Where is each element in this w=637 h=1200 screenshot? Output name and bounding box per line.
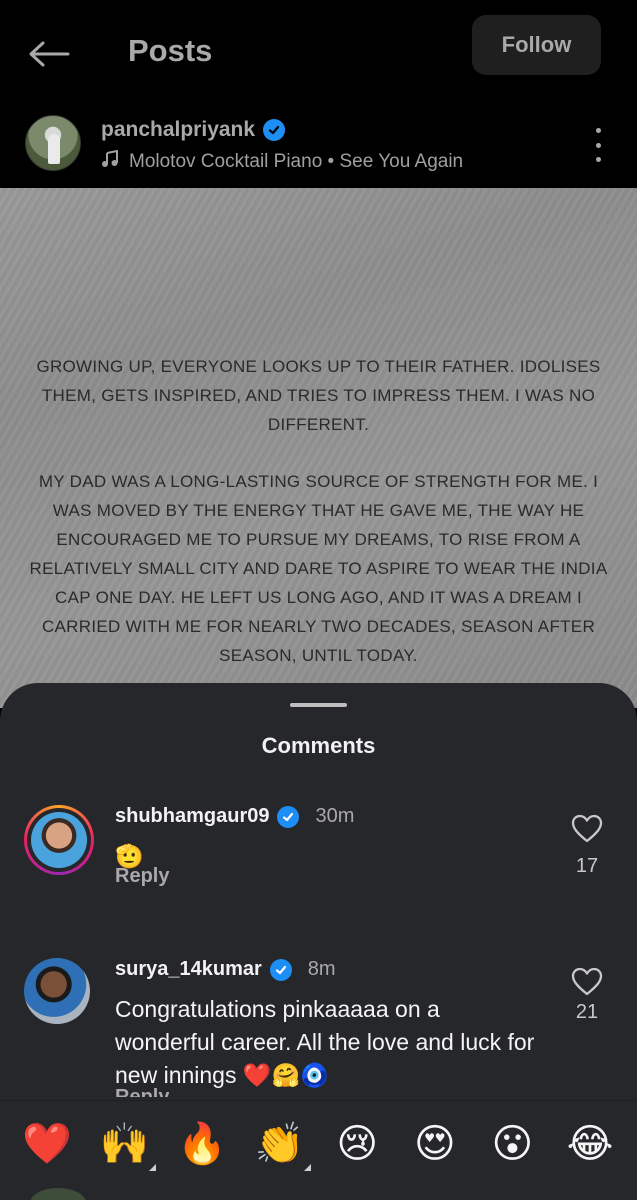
- back-arrow-icon[interactable]: [28, 34, 72, 74]
- comment-time: 30m: [315, 805, 355, 827]
- heart-eyes-emoji-icon[interactable]: 😍: [410, 1119, 460, 1169]
- red-heart-emoji-icon[interactable]: ❤️: [22, 1119, 72, 1169]
- music-attribution[interactable]: Molotov Cocktail Piano • See You Again: [101, 149, 464, 174]
- more-options-icon[interactable]: [590, 128, 606, 162]
- drag-handle[interactable]: [290, 703, 347, 707]
- comment-input-bar: [0, 1186, 637, 1200]
- top-bar: Posts Follow: [0, 0, 637, 105]
- avatar[interactable]: [24, 805, 94, 875]
- like-count: 21: [575, 1001, 599, 1023]
- avatar: [30, 1188, 86, 1200]
- comment-username[interactable]: surya_14kumar: [115, 958, 262, 981]
- verified-badge-icon: [277, 805, 300, 828]
- like-count: 17: [575, 855, 599, 877]
- post-text-paragraph-1: GROWING UP, EVERYONE LOOKS UP TO THEIR F…: [36, 357, 601, 434]
- comments-title: Comments: [261, 733, 376, 758]
- post-header: panchalpriyank Molotov Cocktail Piano • …: [0, 105, 637, 188]
- comment-text: 🫡: [115, 843, 144, 869]
- page-title: Posts: [128, 33, 213, 68]
- post-image[interactable]: GROWING UP, EVERYONE LOOKS UP TO THEIR F…: [0, 188, 637, 708]
- post-username-text[interactable]: panchalpriyank: [101, 118, 255, 142]
- post-username[interactable]: panchalpriyank: [101, 118, 286, 142]
- reply-button[interactable]: Reply: [115, 865, 169, 888]
- reply-button[interactable]: Reply: [115, 1087, 169, 1097]
- surprised-face-emoji-icon[interactable]: 😮: [487, 1119, 537, 1169]
- heart-icon[interactable]: [571, 814, 603, 844]
- comment-time: 8m: [307, 958, 336, 980]
- fire-emoji-icon[interactable]: 🔥: [177, 1119, 227, 1169]
- verified-badge-icon: [269, 958, 292, 981]
- song-title: See You Again: [339, 151, 464, 172]
- raising-hands-emoji-icon[interactable]: 🙌: [100, 1119, 156, 1171]
- heart-icon[interactable]: [571, 967, 603, 997]
- music-note-icon: [101, 149, 119, 174]
- avatar[interactable]: [24, 958, 94, 1028]
- crying-face-emoji-icon[interactable]: 😢: [332, 1119, 382, 1169]
- avatar[interactable]: [25, 115, 81, 171]
- tears-of-joy-emoji-icon[interactable]: 😂: [565, 1119, 615, 1169]
- emoji-reaction-bar: ❤️ 🙌 🔥 👏 😢 😍 😮 😂: [0, 1100, 637, 1186]
- music-title: Molotov Cocktail Piano: [129, 151, 323, 172]
- follow-button[interactable]: Follow: [472, 15, 601, 75]
- comment-text: Congratulations pinkaaaaa on a wonderful…: [115, 996, 535, 1088]
- clapping-hands-emoji-icon[interactable]: 👏: [255, 1119, 311, 1171]
- verified-badge-icon: [263, 119, 286, 141]
- post-text-paragraph-2: MY DAD WAS A LONG-LASTING SOURCE OF STRE…: [29, 472, 608, 665]
- comment-username[interactable]: shubhamgaur09: [115, 805, 269, 828]
- music-separator: •: [322, 151, 340, 172]
